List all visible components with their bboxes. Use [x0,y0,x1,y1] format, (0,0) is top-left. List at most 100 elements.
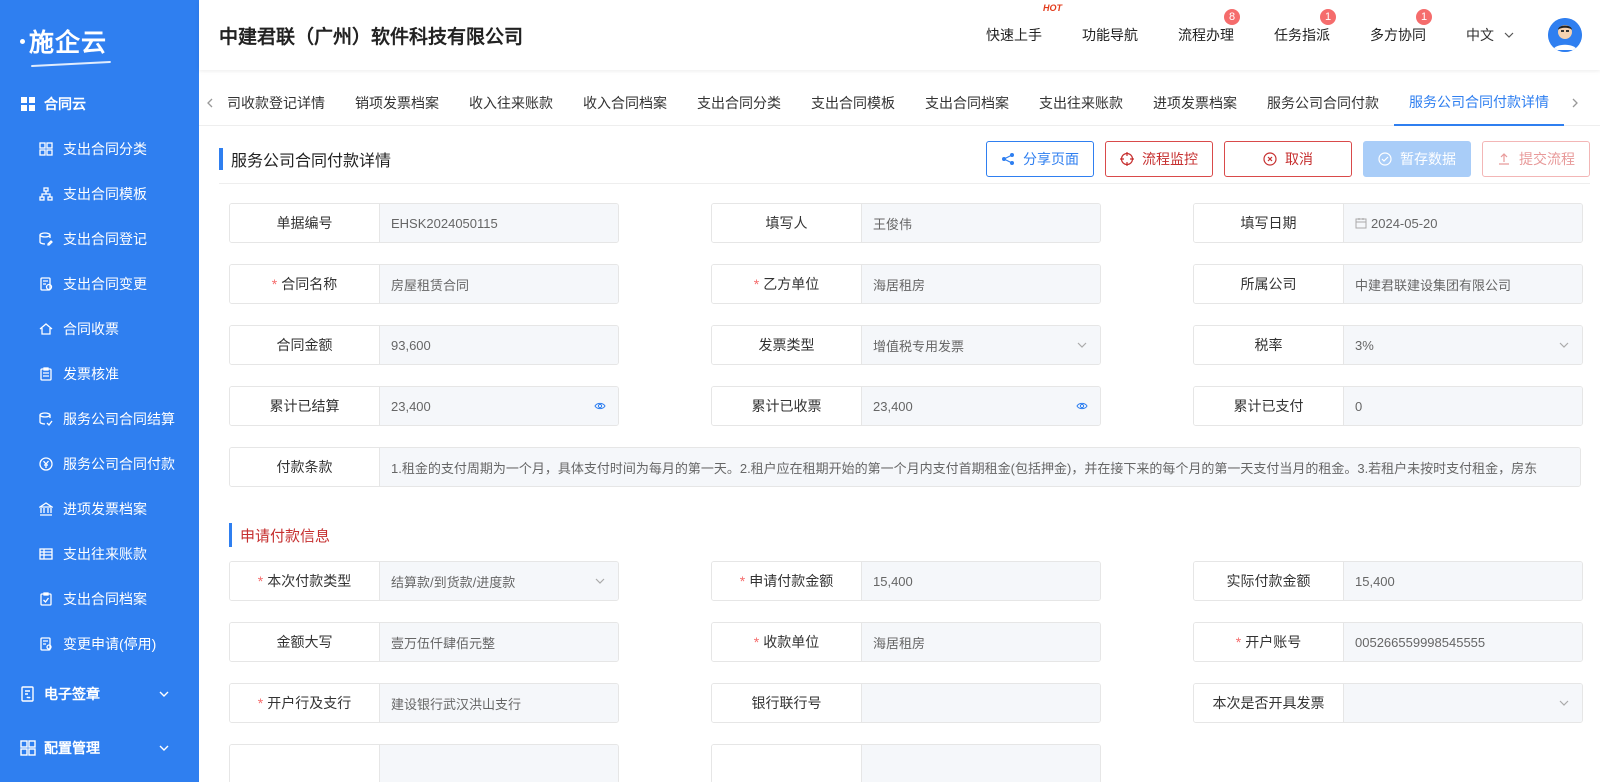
tab[interactable]: 收入合同档案 [568,80,682,126]
issue-invoice-select[interactable] [1344,684,1582,722]
fill-date-input[interactable]: 2024-05-20 [1344,204,1582,242]
document-change-icon [39,276,53,291]
tab[interactable]: 服务公司合同付款 [1252,80,1394,126]
tab-active[interactable]: 服务公司合同付款详情 [1394,80,1564,126]
sidebar-item-expense-contract-archive[interactable]: 支出合同档案 [0,576,199,621]
partial-input[interactable] [380,745,618,782]
sidebar-group-label: 合同云 [44,96,86,112]
sidebar-item-expense-contract-change[interactable]: 支出合同变更 [0,261,199,306]
invoice-type-select[interactable]: 增值税专用发票 [862,326,1100,364]
sidebar-item-input-invoice-archive[interactable]: 进项发票档案 [0,486,199,531]
avatar[interactable] [1548,18,1582,52]
sidebar-item-invoice-approval[interactable]: 发票核准 [0,351,199,396]
save-draft-button[interactable]: 暂存数据 [1363,140,1471,177]
tab[interactable]: 支出合同分类 [682,80,796,126]
tab[interactable]: 支出合同模板 [796,80,910,126]
tab[interactable]: 司收款登记详情 [221,80,340,126]
tab[interactable]: 支出往来账款 [1024,80,1138,126]
cancel-button[interactable]: 取消 [1224,140,1352,177]
nav-process-handling[interactable]: 流程办理 8 [1178,9,1240,45]
sidebar-group-config[interactable]: 配置管理 [0,722,199,774]
label-text: 累计已收票 [751,398,822,414]
tax-rate-select[interactable]: 3% [1344,326,1582,364]
contract-amount-input[interactable]: 93,600 [380,326,618,364]
sidebar-item-service-contract-settlement[interactable]: 服务公司合同结算 [0,396,199,441]
sidebar-item-label: 变更申请(停用) [63,635,157,652]
actual-amount-input[interactable]: 15,400 [1344,562,1582,600]
doc-number-input[interactable]: EHSK2024050115 [380,204,618,242]
field-label: 发票类型 [712,326,862,364]
nav-function-guide[interactable]: 功能导航 [1082,25,1138,45]
count-badge: 1 [1320,9,1336,25]
field-label: 本次是否开具发票 [1194,684,1344,722]
label-text: 合同名称 [281,276,338,292]
logo[interactable]: 施企云 [0,0,199,82]
input-value: 23,400 [873,398,913,414]
calendar-icon [1355,217,1367,229]
button-label: 取消 [1285,150,1313,167]
document-settings-icon [39,636,53,651]
chevron-down-icon [159,743,169,753]
field-label: 累计已结算 [230,387,380,425]
section-title: 申请付款信息 [240,527,331,545]
label-text: 开户账号 [1245,634,1302,650]
field-label: 单据编号 [230,204,380,242]
field-label: * 申请付款金额 [712,562,862,600]
label-text: 本次付款类型 [267,573,352,589]
bank-branch-input[interactable]: 建设银行武汉洪山支行 [380,684,618,722]
nav-label: 功能导航 [1082,27,1138,43]
account-number-field: * 开户账号 005266559998545555 [1193,622,1583,662]
nav-collaboration[interactable]: 多方协同 1 [1370,9,1432,45]
tabs-scroll-left[interactable] [199,98,221,108]
language-select[interactable]: 中文 [1466,25,1514,45]
payment-terms-input[interactable]: 1.租金的支付周期为一个月，具体支付时间为每月的第一天。2.租户应在租期开始的第… [380,448,1580,486]
amount-uppercase-input[interactable]: 壹万伍仟肆佰元整 [380,623,618,661]
sidebar-item-expense-contract-category[interactable]: 支出合同分类 [0,126,199,171]
sidebar-item-expense-contract-template[interactable]: 支出合同模板 [0,171,199,216]
grid-icon [20,740,36,756]
contract-name-input[interactable]: 房屋租赁合同 [380,265,618,303]
eye-icon[interactable] [1076,400,1088,412]
sidebar-item-label: 合同收票 [63,320,119,337]
tab[interactable]: 支出合同档案 [910,80,1024,126]
sidebar-item-change-request-disabled[interactable]: 变更申请(停用) [0,621,199,666]
account-number-input[interactable]: 005266559998545555 [1344,623,1582,661]
payment-type-select[interactable]: 结算款/到货款/进度款 [380,562,618,600]
sidebar-group-label: 电子签章 [44,686,100,702]
sidebar-group-label: 配置管理 [44,740,100,756]
settled-field: 累计已结算 23,400 [229,386,619,426]
invoiced-input[interactable]: 23,400 [862,387,1100,425]
company-input[interactable]: 中建君联建设集团有限公司 [1344,265,1582,303]
nav-task-assign[interactable]: 任务指派 1 [1274,9,1336,45]
party-b-input[interactable]: 海居租房 [862,265,1100,303]
issue-invoice-field: 本次是否开具发票 [1193,683,1583,723]
nav-quick-start[interactable]: 快速上手 HOT [986,3,1062,45]
sidebar-group-e-signature[interactable]: 电子签章 [0,666,199,722]
settled-input[interactable]: 23,400 [380,387,618,425]
payee-input[interactable]: 海居租房 [862,623,1100,661]
sidebar-item-contract-receive-invoice[interactable]: 合同收票 [0,306,199,351]
sidebar-item-expense-ledger[interactable]: 支出往来账款 [0,531,199,576]
sidebar-item-service-contract-payment[interactable]: 服务公司合同付款 [0,441,199,486]
button-label: 分享页面 [1023,150,1079,167]
apply-amount-input[interactable]: 15,400 [862,562,1100,600]
process-monitor-button[interactable]: 流程监控 [1105,140,1213,177]
tab[interactable]: 销项发票档案 [340,80,454,126]
bank-code-input[interactable] [862,684,1100,722]
sidebar-item-label: 支出合同档案 [63,590,147,607]
eye-icon[interactable] [594,400,606,412]
submit-process-button[interactable]: 提交流程 [1482,140,1590,177]
filler-input[interactable]: 王俊伟 [862,204,1100,242]
label-text: 单据编号 [276,215,333,231]
paid-input[interactable]: 0 [1344,387,1582,425]
tab[interactable]: 进项发票档案 [1138,80,1252,126]
sidebar-item-expense-contract-register[interactable]: 支出合同登记 [0,216,199,261]
partial-input[interactable] [862,745,1100,782]
label-text: 填写日期 [1240,215,1297,231]
tabs-scroll-right[interactable] [1564,98,1586,108]
sidebar-group-contract-cloud[interactable]: 合同云 [0,82,199,126]
field-label: 税率 [1194,326,1344,364]
tab[interactable]: 收入往来账款 [454,80,568,126]
field-label: 填写人 [712,204,862,242]
share-page-button[interactable]: 分享页面 [986,140,1094,177]
